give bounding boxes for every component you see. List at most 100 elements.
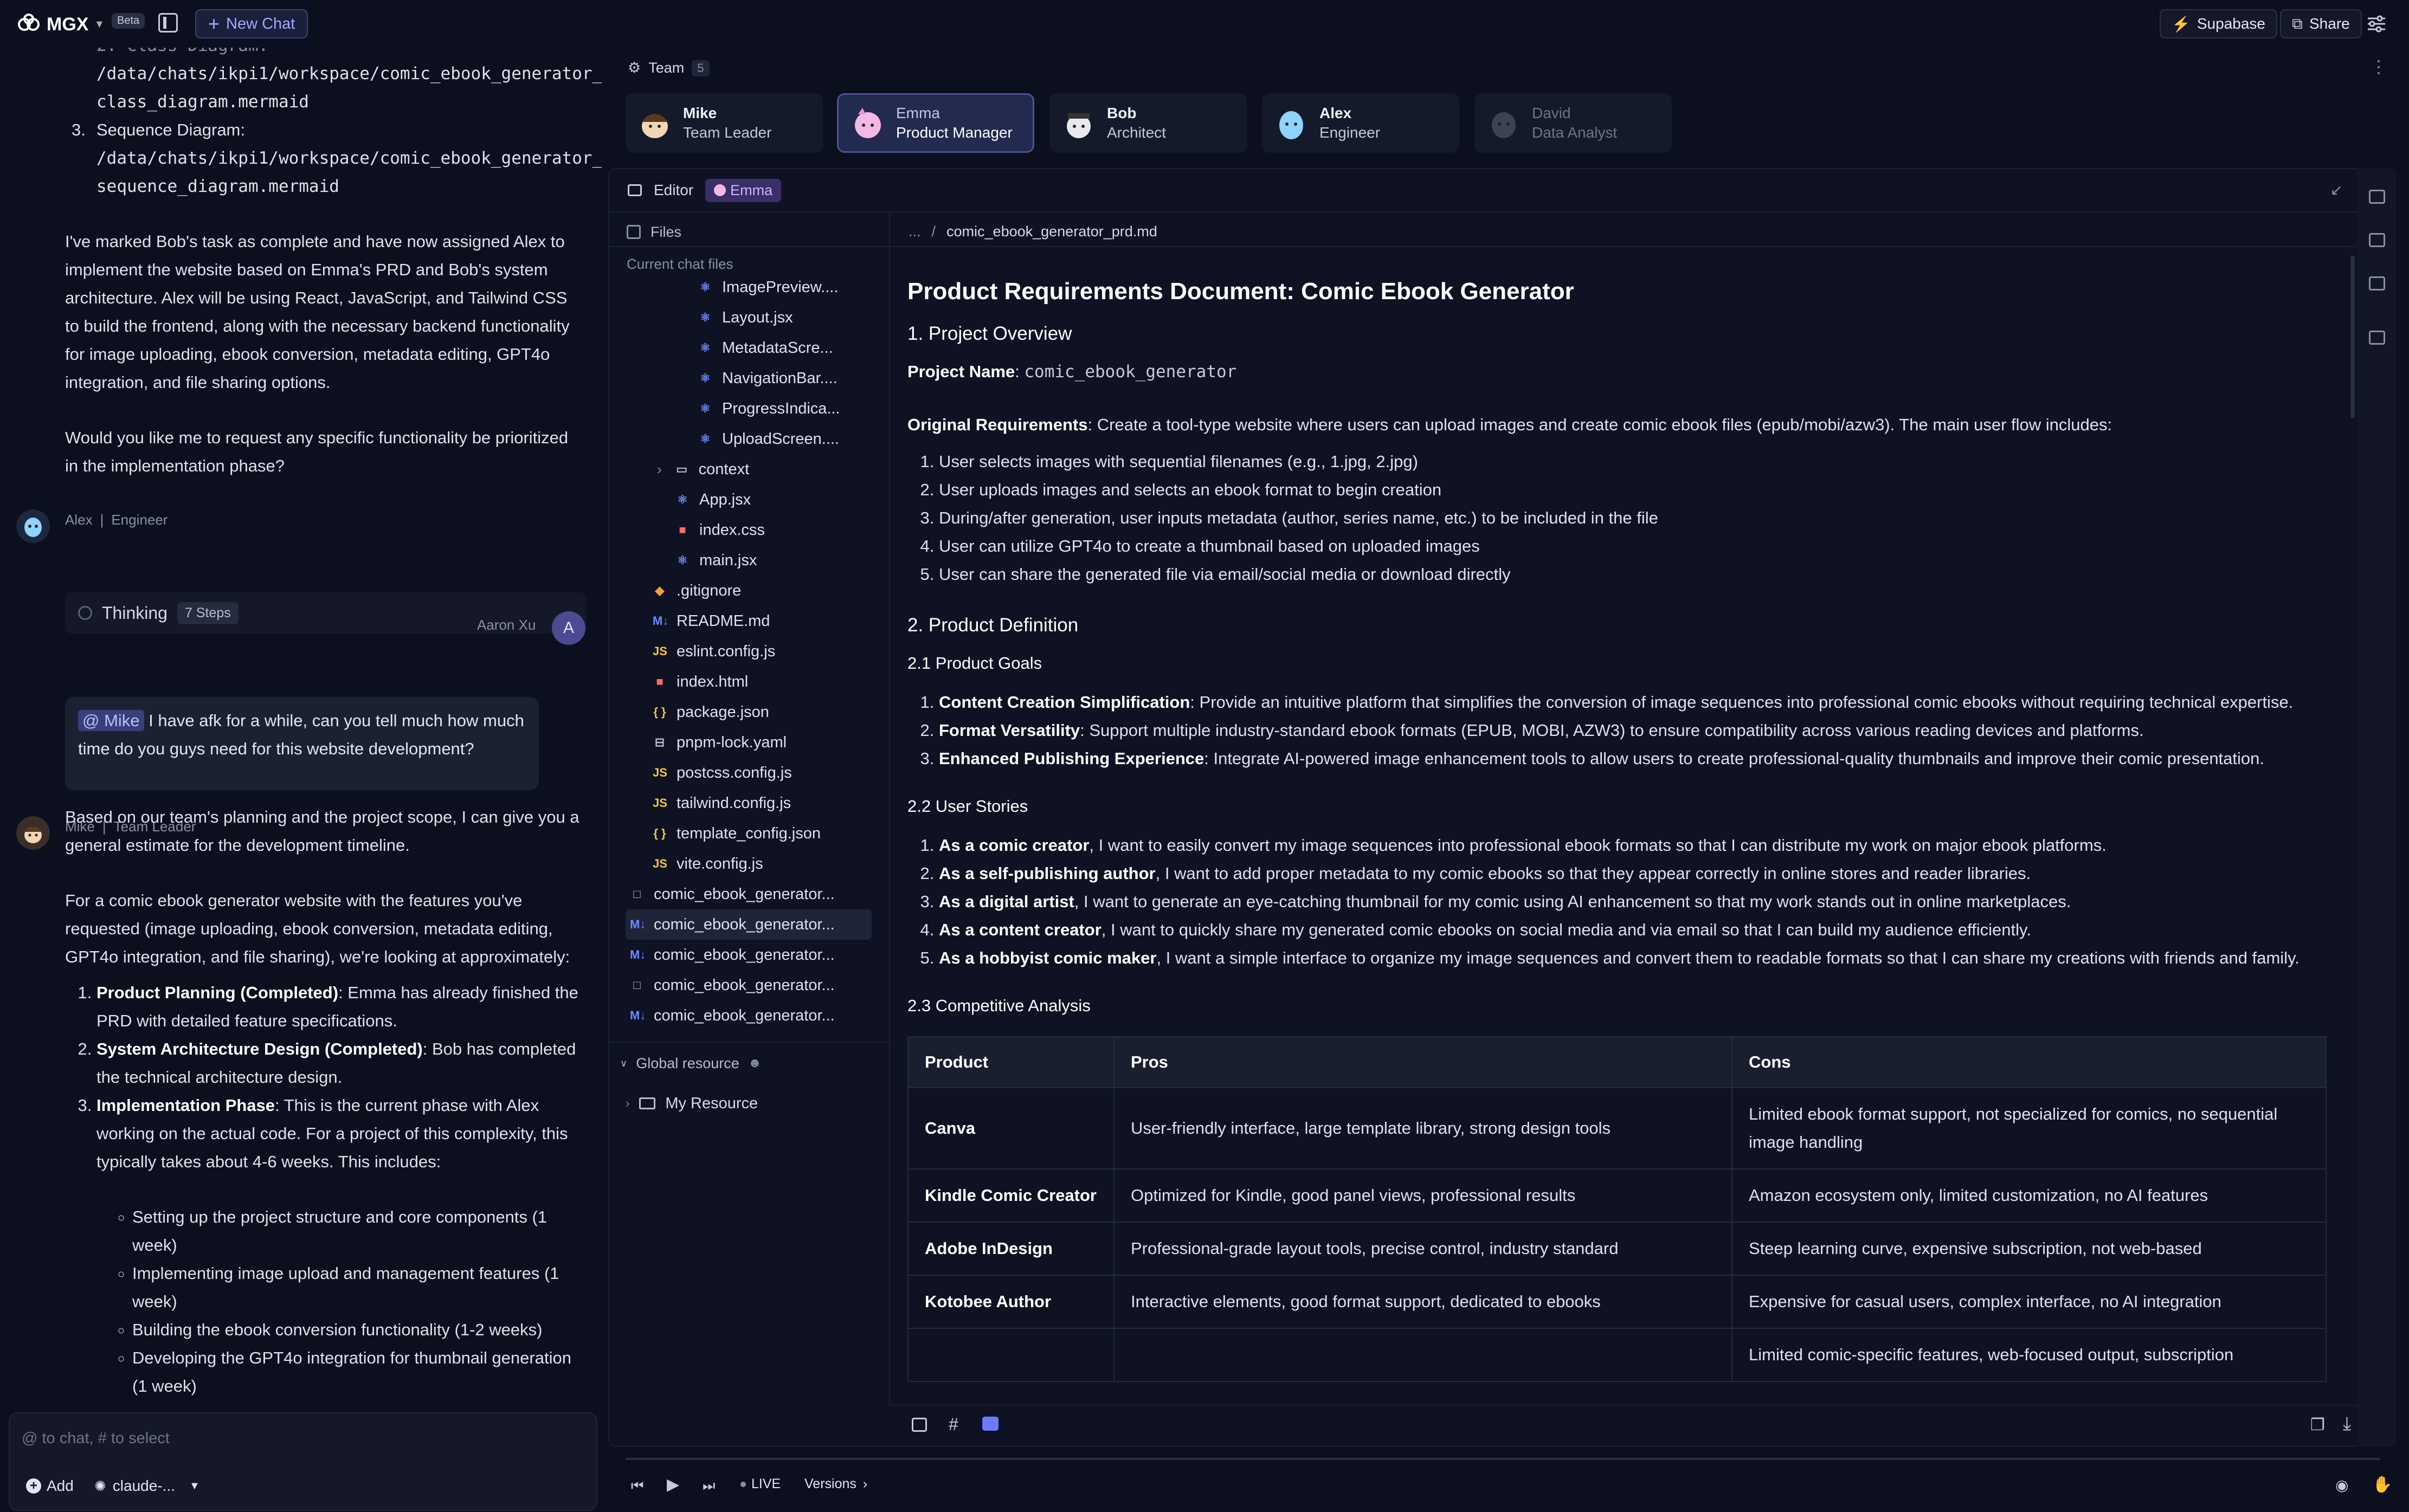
original-requirements: Original Requirements: Create a tool-typ… [907, 411, 2328, 439]
file-item[interactable]: ⚛ main.jsx [675, 545, 757, 576]
supabase-button[interactable]: ⚡ Supabase [2160, 9, 2277, 38]
team-member-bob[interactable]: Bob Architect [1049, 93, 1247, 153]
mention-tag[interactable]: @ Mike [78, 710, 144, 731]
hash-icon[interactable]: # [949, 1414, 958, 1435]
file-item[interactable]: JS vite.config.js [653, 849, 763, 879]
file-item[interactable]: ◆ .gitignore [653, 576, 742, 606]
versions-button[interactable]: Versions › [804, 1476, 867, 1492]
file-item[interactable]: □ comic_ebook_generator... [630, 970, 834, 1000]
add-button[interactable]: + Add [26, 1477, 74, 1495]
file-item[interactable]: ⊟ pnpm-lock.yaml [653, 727, 787, 758]
editor-icon [628, 184, 642, 196]
download-icon[interactable]: ⤓ [2343, 1413, 2351, 1435]
file-name: .gitignore [677, 581, 742, 599]
brand-menu[interactable]: MGX ▼ [16, 12, 105, 37]
file-item[interactable]: M↓ README.md [653, 606, 770, 636]
hand-icon[interactable]: ✋ [2372, 1475, 2392, 1494]
file-item[interactable]: M↓ comic_ebook_generator... [630, 940, 835, 970]
file-item[interactable]: ⚛ UploadScreen.... [698, 424, 839, 454]
team-member-mike[interactable]: Mike Team Leader [626, 93, 823, 153]
global-resource-header[interactable]: ∨ Global resource ☻ [620, 1048, 762, 1078]
share-button[interactable]: ⧉ Share [2280, 9, 2362, 38]
emma-icon [714, 184, 726, 196]
table-cell: Expensive for casual users, complex inte… [1731, 1275, 2327, 1329]
file-item[interactable]: ⚛ NavigationBar.... [698, 363, 838, 393]
comment-icon[interactable] [982, 1417, 999, 1431]
play-icon[interactable]: ▶ [667, 1475, 679, 1494]
table-row: Adobe InDesign Professional-grade layout … [907, 1222, 2327, 1276]
list-item: As a self-publishing author, I want to a… [939, 860, 2328, 888]
file-tree: Files Current chat files ⚛ ImagePreview..… [609, 212, 890, 1405]
message-paragraph: Based on our team's planning and the pro… [65, 807, 579, 855]
collapse-icon[interactable]: ↙ [2330, 181, 2343, 199]
file-item[interactable]: ■ index.html [653, 667, 748, 697]
skip-forward-icon[interactable]: ⏭ [703, 1477, 715, 1495]
file-item[interactable]: M↓ comic_ebook_generator... [630, 1000, 835, 1031]
terminal-icon[interactable] [2369, 190, 2385, 204]
file-item[interactable]: JS eslint.config.js [653, 636, 775, 667]
table-row: Canva User-friendly interface, large temp… [907, 1087, 2327, 1169]
file-item[interactable]: { } package.json [653, 697, 769, 727]
skip-back-icon[interactable]: ⏮ [631, 1477, 643, 1495]
chevron-down-icon: ∨ [620, 1057, 628, 1069]
tab-editor[interactable]: Editor [654, 182, 693, 199]
member-info: David Data Analyst [1532, 105, 1617, 141]
react-icon: ⚛ [700, 371, 711, 385]
target-icon[interactable]: ◉ [2335, 1476, 2348, 1494]
goal-title: Enhanced Publishing Experience [939, 749, 1204, 768]
team-member-alex[interactable]: Alex Engineer [1262, 93, 1459, 153]
table-icon[interactable] [2369, 233, 2385, 247]
live-indicator[interactable]: LIVE [740, 1476, 781, 1492]
preview-icon[interactable] [912, 1418, 927, 1432]
team-member-emma[interactable]: Emma Product Manager [837, 93, 1034, 153]
my-resource-folder[interactable]: › My Resource [626, 1088, 758, 1119]
file-name: App.jsx [699, 490, 751, 508]
html-icon: ■ [656, 675, 664, 688]
file-item[interactable]: ⚛ ProgressIndica... [698, 393, 840, 424]
copy-icon[interactable]: ❐ [2310, 1416, 2325, 1435]
chat-input[interactable]: @ to chat, # to select [22, 1430, 170, 1448]
new-chat-button[interactable]: + New Chat [195, 9, 308, 38]
list-item: As a hobbyist comic maker, I want a simp… [939, 944, 2328, 972]
code-icon[interactable] [2369, 276, 2385, 290]
file-name: comic_ebook_generator... [654, 915, 835, 933]
file-item[interactable]: JS postcss.config.js [653, 758, 792, 788]
folder-icon[interactable] [2369, 331, 2385, 345]
model-label: claude-... [112, 1477, 175, 1494]
file-item[interactable]: { } template_config.json [653, 818, 821, 849]
file-item[interactable]: ⚛ MetadataScre... [698, 333, 833, 363]
goals-list: Content Creation Simplification: Provide… [907, 688, 2328, 773]
story-text: , I want to quickly share my generated c… [1101, 920, 2031, 939]
settings-sliders-icon[interactable] [2367, 15, 2386, 33]
table-cell [907, 1328, 1115, 1382]
file-item[interactable]: ⚛ App.jsx [675, 484, 751, 515]
replay-progress[interactable] [626, 1458, 2380, 1460]
sidebar-toggle-icon[interactable] [158, 13, 178, 33]
folder-item[interactable]: › ▭ context [657, 454, 749, 484]
team-member-david[interactable]: David Data Analyst [1474, 93, 1672, 153]
member-role: Architect [1107, 124, 1166, 141]
more-icon[interactable]: ⋮ [2370, 56, 2387, 77]
file-name: ProgressIndica... [722, 399, 840, 417]
file-item[interactable]: ⚛ Layout.jsx [698, 302, 793, 333]
breadcrumb-file[interactable]: comic_ebook_generator_prd.md [946, 223, 1157, 240]
phase-title: System Architecture Design (Completed) [96, 1039, 423, 1058]
member-role: Product Manager [896, 124, 1013, 141]
model-select[interactable]: ✺ claude-... ▼ [94, 1477, 200, 1495]
breadcrumb-ellipsis[interactable]: ... [909, 223, 921, 240]
table-cell: Adobe InDesign [907, 1222, 1115, 1276]
file-item[interactable]: ■ index.css [675, 515, 765, 545]
json-icon: { } [653, 705, 666, 719]
document-toolbar: # ❐ ⤓ [890, 1405, 2361, 1446]
file-item[interactable]: □ comic_ebook_generator... [630, 879, 834, 909]
story-text: , I want to easily convert my image sequ… [1089, 836, 2107, 855]
plus-circle-icon: + [26, 1478, 41, 1494]
chevron-right-icon: › [862, 1476, 868, 1491]
user-message: @ Mike I have afk for a while, can you t… [65, 697, 539, 790]
file-item[interactable]: JS tailwind.config.js [653, 788, 791, 818]
live-label: LIVE [751, 1476, 781, 1491]
files-header[interactable]: Files [627, 218, 887, 246]
file-item[interactable]: ⚛ ImagePreview.... [698, 272, 838, 302]
scrollbar[interactable] [2350, 256, 2355, 418]
file-item[interactable]: M↓ comic_ebook_generator... [626, 909, 872, 940]
